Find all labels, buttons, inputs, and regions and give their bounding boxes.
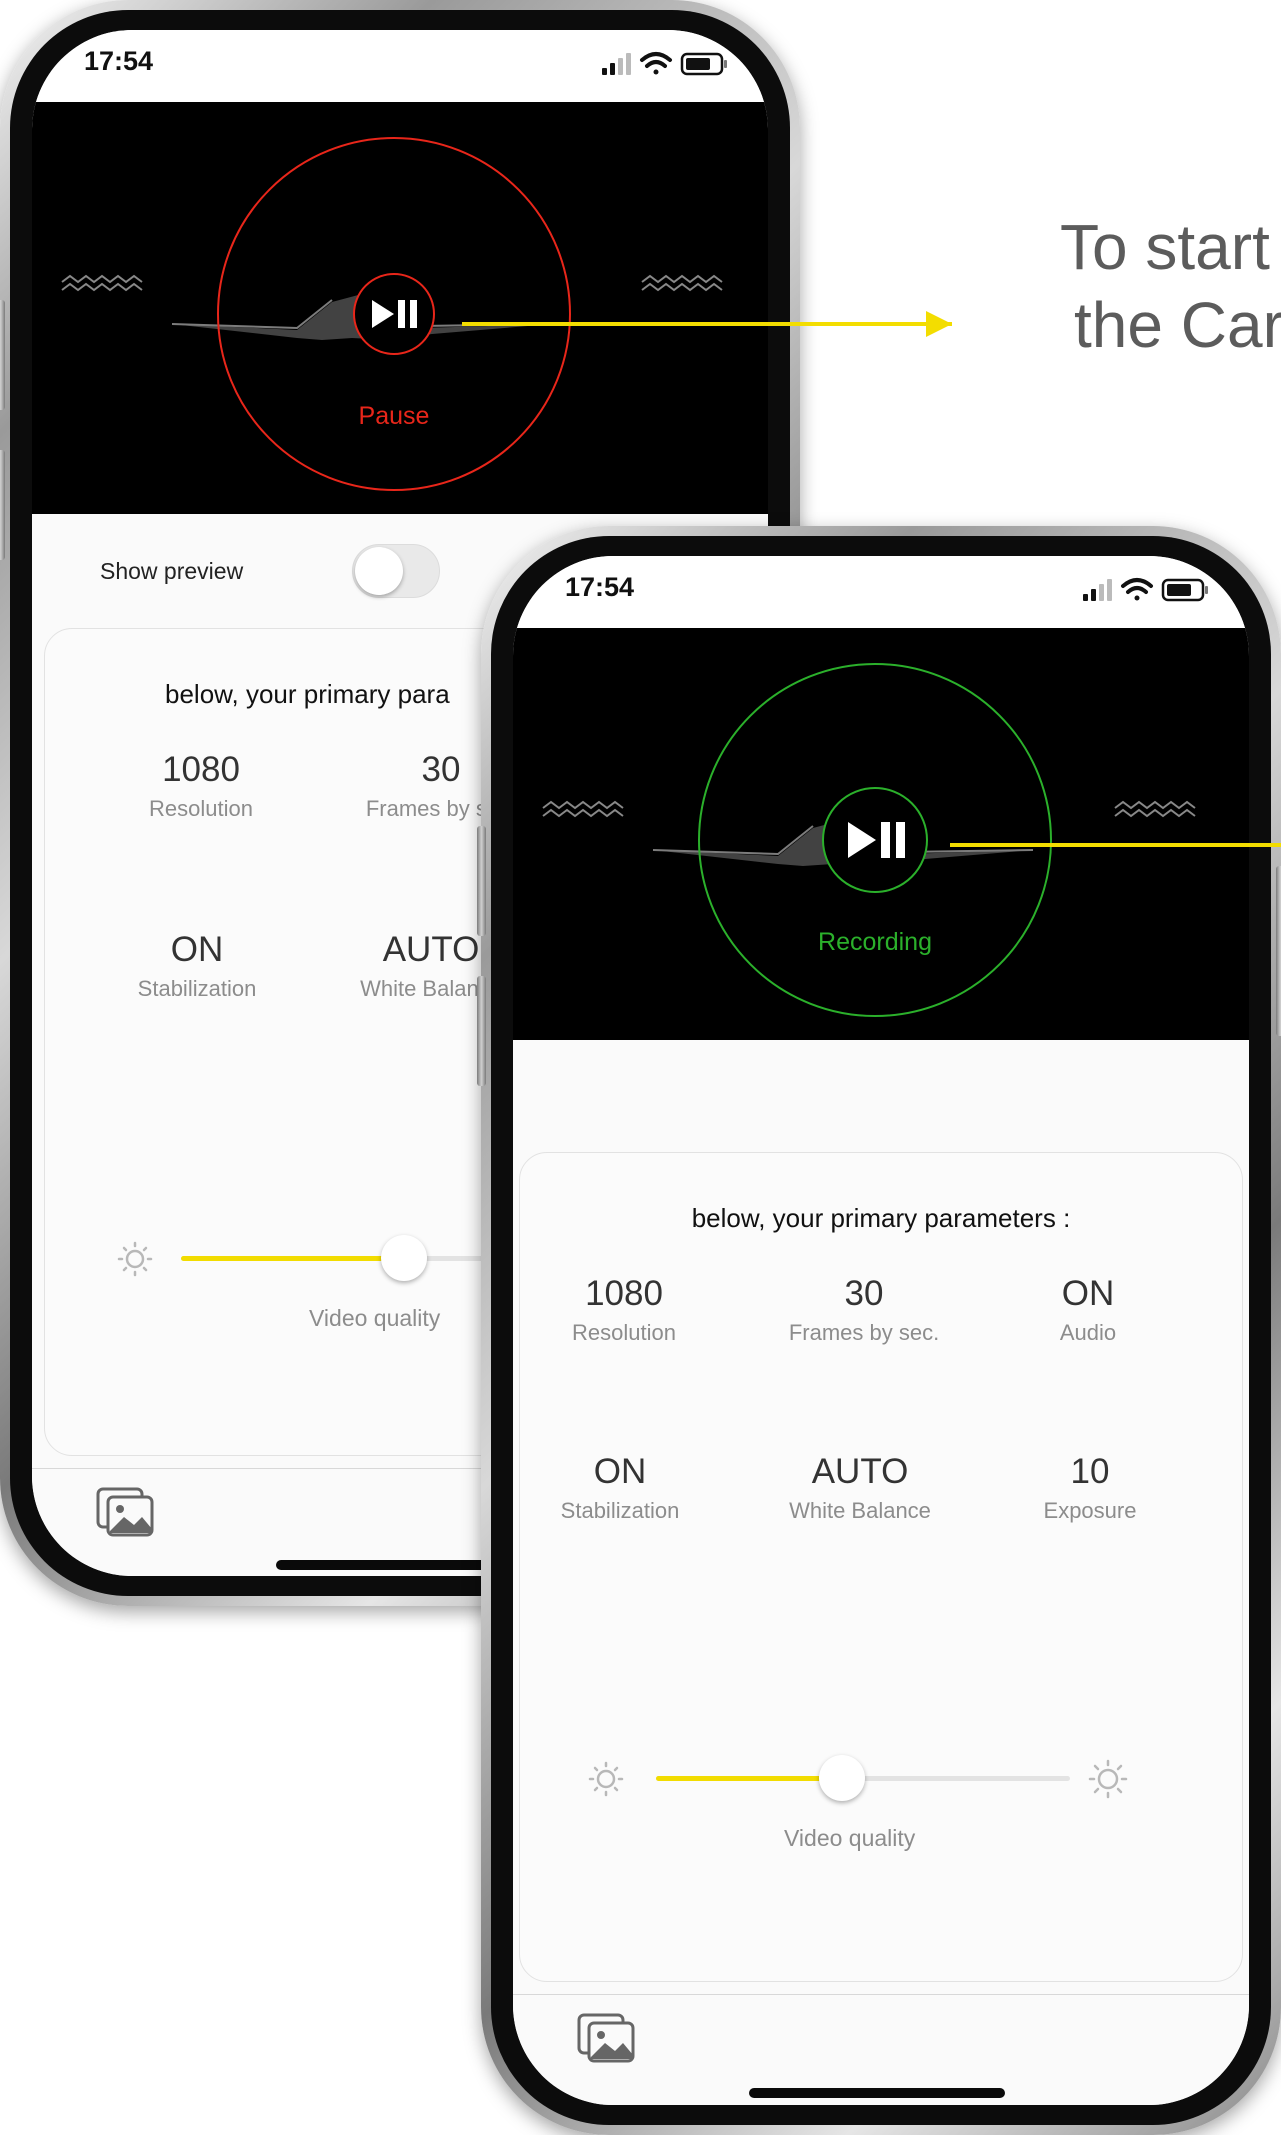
home-indicator[interactable] bbox=[749, 2088, 1005, 2098]
param-value: ON bbox=[593, 1452, 647, 1491]
param-frames: 30 Frames by sec. bbox=[764, 1273, 964, 1347]
camera-state-label: Pause bbox=[358, 402, 430, 430]
param-label: White Balance bbox=[789, 1498, 931, 1523]
battery-icon bbox=[680, 52, 727, 76]
camera-view[interactable]: Recording bbox=[513, 628, 1249, 1040]
show-preview-toggle[interactable] bbox=[352, 544, 440, 598]
wifi-icon bbox=[1121, 578, 1153, 601]
param-label: Resolution bbox=[572, 1320, 676, 1345]
param-label: Exposure bbox=[1043, 1498, 1137, 1523]
signal-icon bbox=[1083, 579, 1112, 601]
param-resolution: 1080 Resolution bbox=[524, 1273, 724, 1347]
param-white-balance: AUTO White Balance bbox=[760, 1451, 960, 1525]
status-time: 17:54 bbox=[565, 572, 635, 602]
toggle-knob bbox=[355, 547, 403, 595]
brightness-high-icon bbox=[1088, 1759, 1128, 1799]
show-preview-label: Show preview bbox=[100, 558, 244, 584]
gallery-icon[interactable] bbox=[94, 1485, 158, 1541]
gallery-icon[interactable] bbox=[575, 2011, 639, 2067]
param-exposure: 10 Exposure bbox=[990, 1451, 1190, 1525]
param-label: Frames by sec. bbox=[788, 1320, 940, 1345]
parameters-title: below, your primary para bbox=[165, 679, 450, 709]
callout-arrow-line-2 bbox=[950, 843, 1281, 847]
signal-icon bbox=[602, 53, 631, 75]
battery-icon bbox=[1161, 578, 1208, 602]
video-quality-slider[interactable] bbox=[656, 1755, 1070, 1801]
camera-state-label: Recording bbox=[818, 928, 932, 956]
side-button bbox=[477, 976, 486, 1086]
front-phone: 17:54 Recording below, your primary para… bbox=[477, 526, 1281, 2135]
grille-left bbox=[61, 274, 143, 292]
status-bar: 17:54 bbox=[32, 30, 768, 102]
callout-arrow-line bbox=[462, 322, 952, 326]
grille-right bbox=[641, 274, 723, 292]
param-value: ON bbox=[1061, 1274, 1115, 1313]
camera-view[interactable]: Pause bbox=[32, 102, 768, 514]
param-value: ON bbox=[170, 930, 224, 969]
parameters-card: below, your primary parameters : 1080 Re… bbox=[519, 1152, 1243, 1982]
param-audio: ON Audio bbox=[988, 1273, 1188, 1347]
callout-arrow-head bbox=[926, 311, 952, 337]
param-value: 10 bbox=[1070, 1452, 1110, 1491]
slider-fill bbox=[656, 1776, 843, 1781]
power-button bbox=[1276, 866, 1281, 1036]
callout-line-1: To start bbox=[1060, 211, 1270, 283]
callout-line-2: the Car bbox=[1074, 289, 1281, 361]
side-button bbox=[0, 300, 5, 410]
video-quality-label: Video quality bbox=[309, 1305, 441, 1331]
param-stabilization: ON Stabilization bbox=[520, 1451, 720, 1525]
brightness-low-icon bbox=[117, 1241, 153, 1277]
param-value: 1080 bbox=[162, 750, 240, 789]
status-icons bbox=[1083, 578, 1208, 602]
slider-fill bbox=[181, 1256, 404, 1261]
wifi-icon bbox=[640, 52, 672, 75]
param-stabilization: ON Stabilization bbox=[97, 929, 297, 1003]
brightness-low-icon bbox=[588, 1761, 624, 1797]
param-label: Stabilization bbox=[137, 976, 257, 1001]
status-icons bbox=[602, 52, 727, 76]
grille-right bbox=[1114, 800, 1196, 818]
parameters-title: below, your primary parameters : bbox=[691, 1203, 1071, 1233]
param-value: 30 bbox=[844, 1274, 884, 1313]
slider-knob[interactable] bbox=[380, 1235, 427, 1281]
param-value: 1080 bbox=[585, 1274, 663, 1313]
param-resolution: 1080 Resolution bbox=[101, 749, 301, 823]
param-label: Audio bbox=[1059, 1320, 1117, 1345]
video-quality-label: Video quality bbox=[784, 1825, 916, 1851]
param-label: Stabilization bbox=[560, 1498, 680, 1523]
status-time: 17:54 bbox=[84, 46, 154, 76]
param-value: AUTO bbox=[811, 1452, 909, 1491]
side-button bbox=[0, 450, 5, 560]
callout-text: To start the Car bbox=[1060, 208, 1281, 364]
phone-screen: 17:54 bbox=[513, 556, 1249, 2105]
side-button bbox=[477, 826, 486, 936]
slider-knob[interactable] bbox=[819, 1755, 866, 1801]
grille-left bbox=[542, 800, 624, 818]
param-label: Resolution bbox=[149, 796, 253, 821]
status-bar: 17:54 bbox=[513, 556, 1249, 628]
